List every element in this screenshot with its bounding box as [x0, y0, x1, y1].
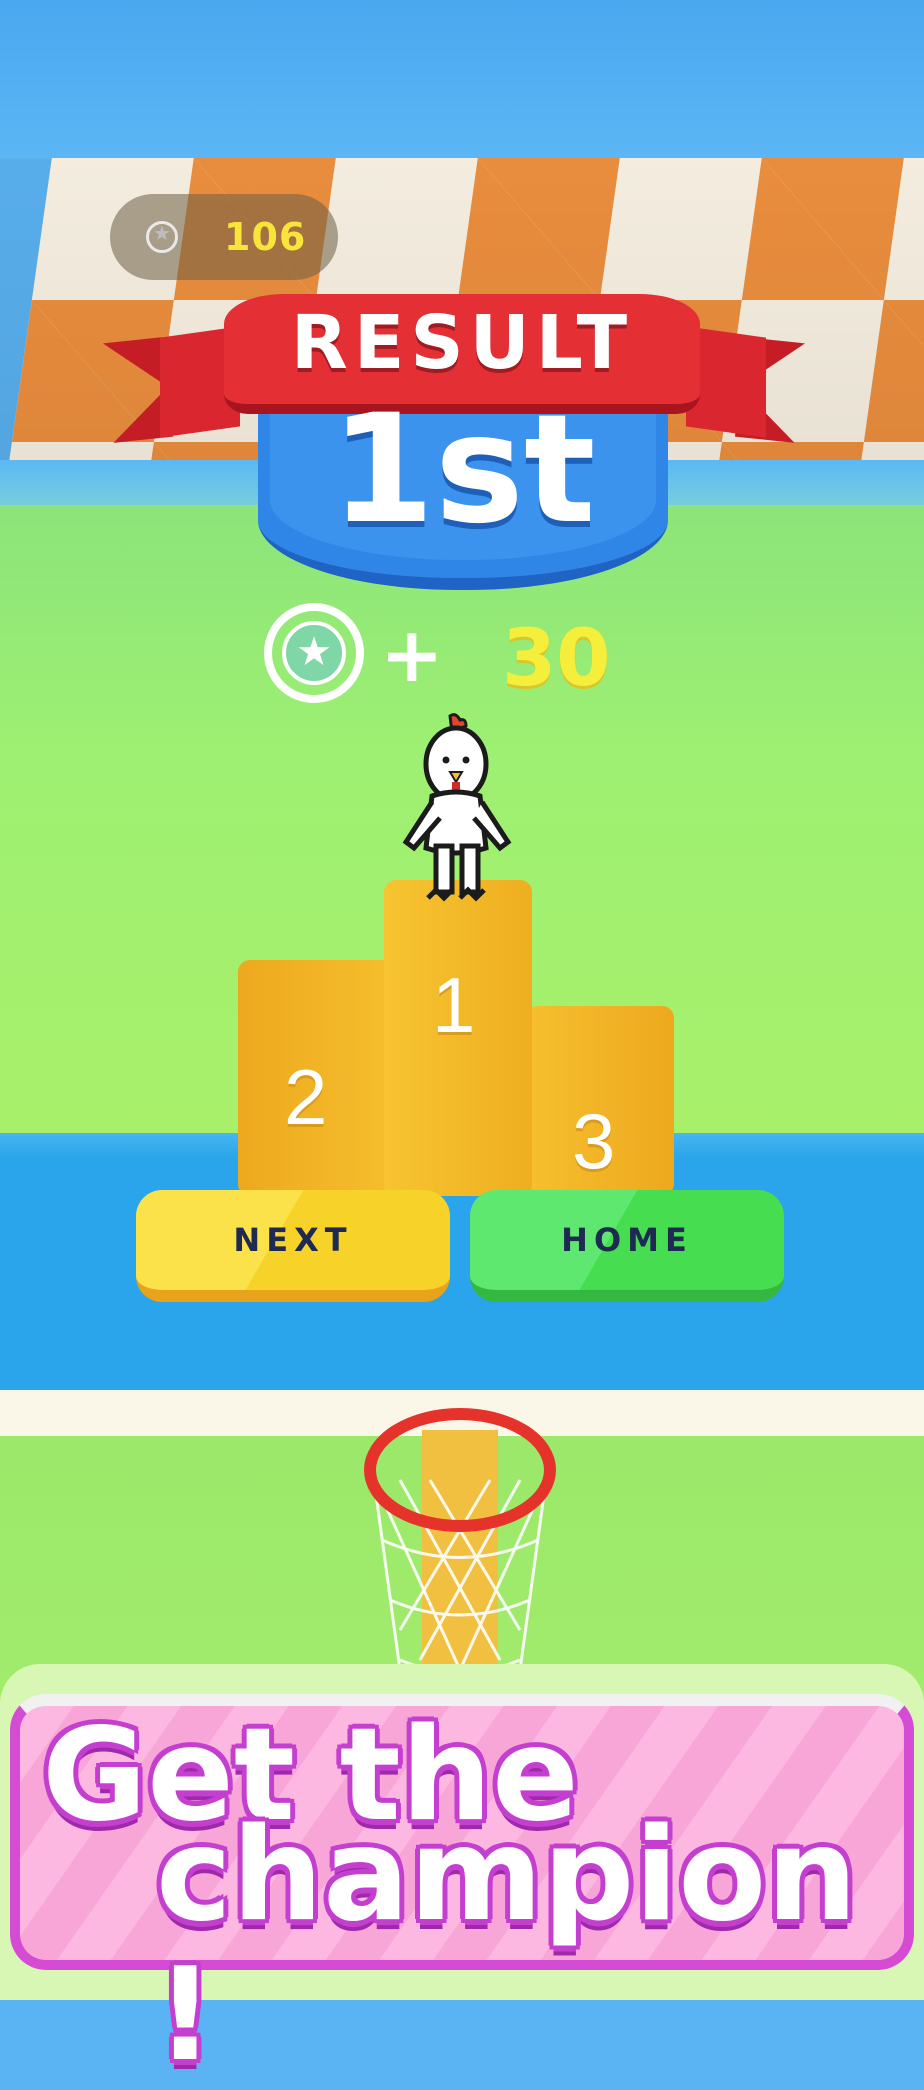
coin-counter: 106: [110, 194, 338, 280]
home-button[interactable]: HOME: [470, 1190, 784, 1302]
coin-count: 106: [224, 215, 307, 259]
podium-number-1: 1: [432, 961, 476, 1049]
result-title: RESULT: [290, 300, 634, 386]
basketball-hoop: [364, 1408, 556, 1690]
podium-number-2: 2: [284, 1053, 328, 1141]
reward-value: 30: [502, 614, 611, 704]
podium-number-3: 3: [572, 1097, 616, 1185]
reward-plus-sign: +: [380, 610, 444, 699]
chicken-character: [402, 713, 512, 902]
promo-headline-line2: champion !: [156, 1801, 858, 2090]
star-coin-icon: ★: [282, 621, 346, 685]
sky-background: [0, 0, 924, 160]
finish-place: 1st: [330, 383, 596, 557]
next-button[interactable]: NEXT: [136, 1190, 450, 1302]
star-coin-icon: [146, 221, 178, 253]
